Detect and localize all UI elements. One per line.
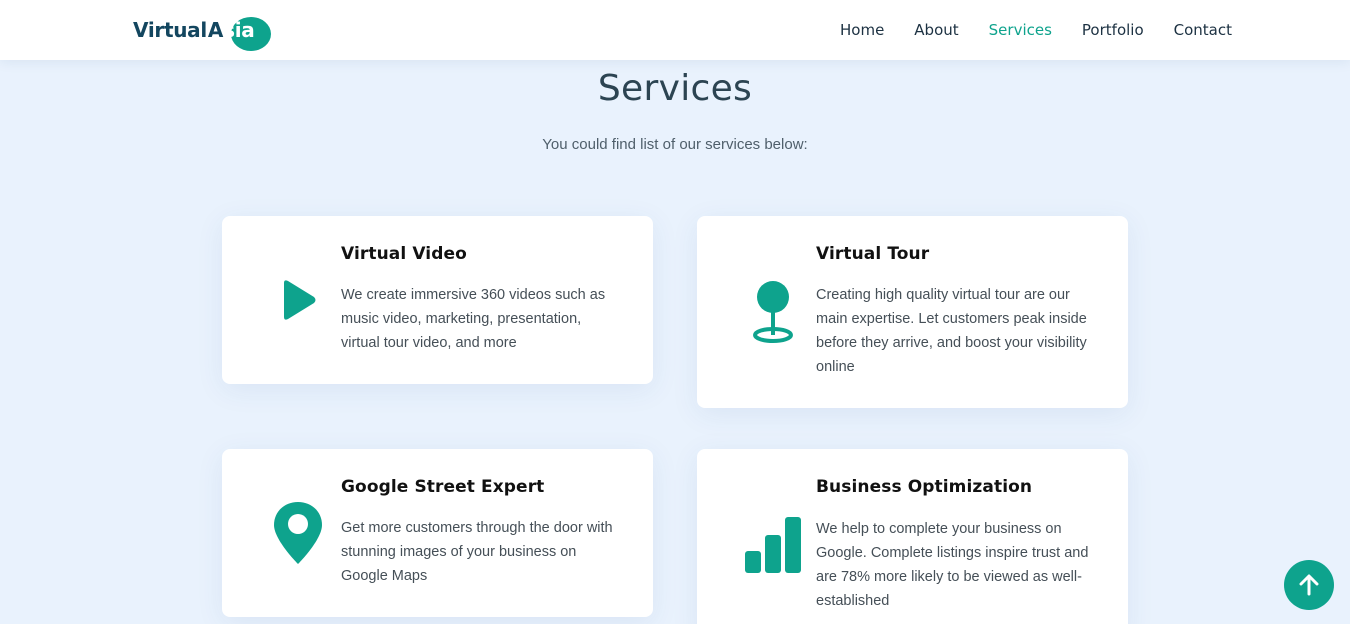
- card-title: Google Street Expert: [341, 477, 545, 497]
- nav-link-home[interactable]: Home: [840, 21, 884, 39]
- location-pin-icon: [733, 272, 813, 352]
- service-card-business-optimization[interactable]: Business Optimization We help to complet…: [697, 449, 1128, 624]
- main-nav: Home About Services Portfolio Contact: [810, 0, 1232, 60]
- service-card-google-street-expert[interactable]: Google Street Expert Get more customers …: [222, 449, 653, 617]
- card-title: Virtual Tour: [816, 244, 930, 264]
- card-description: Get more customers through the door with…: [341, 520, 613, 584]
- section-subtitle: You could find list of our services belo…: [542, 136, 808, 153]
- virtualasia-logo[interactable]: Virtual Asia: [133, 7, 271, 53]
- service-card-virtual-tour[interactable]: Virtual Tour Creating high quality virtu…: [697, 216, 1128, 408]
- card-title: Virtual Video: [341, 244, 467, 264]
- bar-chart-icon: [733, 505, 813, 585]
- card-title: Business Optimization: [816, 477, 1033, 497]
- play-icon: [258, 260, 338, 340]
- card-description: We help to complete your business on Goo…: [816, 521, 1089, 609]
- nav-link-portfolio[interactable]: Portfolio: [1082, 21, 1144, 39]
- logo-asia-mark: Asia: [207, 7, 271, 53]
- navbar: Virtual Asia Home About Services Portfol…: [0, 0, 1350, 60]
- nav-link-services[interactable]: Services: [989, 21, 1052, 39]
- section-title: Services: [597, 68, 753, 109]
- arrow-up-icon: [1299, 574, 1319, 596]
- map-marker-icon: [258, 493, 338, 573]
- scroll-to-top-button[interactable]: [1284, 560, 1334, 610]
- nav-link-about[interactable]: About: [914, 21, 958, 39]
- service-card-virtual-video[interactable]: Virtual Video We create immersive 360 vi…: [222, 216, 653, 384]
- logo-text-virtual: Virtual: [133, 18, 207, 42]
- logo-text-asia: Asia: [207, 18, 255, 42]
- card-description: Creating high quality virtual tour are o…: [816, 287, 1087, 375]
- nav-link-contact[interactable]: Contact: [1174, 21, 1232, 39]
- card-description: We create immersive 360 videos such as m…: [341, 287, 606, 351]
